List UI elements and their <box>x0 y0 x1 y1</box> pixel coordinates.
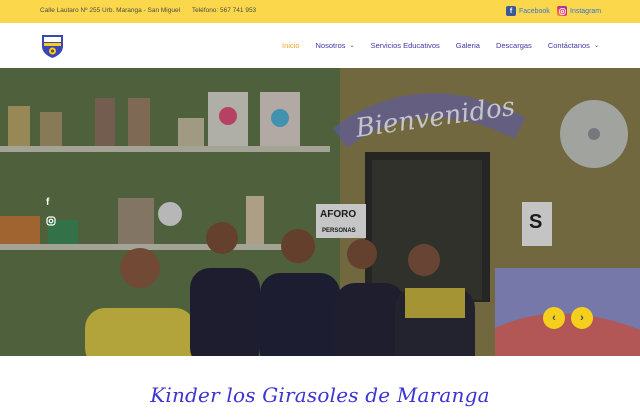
nav-contactanos[interactable]: Contáctanos ⌄ <box>548 41 599 50</box>
nav-galeria-label: Galeria <box>455 41 480 50</box>
nav-nosotros[interactable]: Nosotros ⌄ <box>316 41 355 50</box>
nav-descargas-label: Descargas <box>495 41 532 50</box>
contact-info: Calle Lautaro Nº 255 Urb. Maranga - San … <box>40 7 256 14</box>
chevron-down-icon: ⌄ <box>593 43 599 49</box>
nav-inicio[interactable]: Inicio <box>282 41 300 50</box>
top-bar: Calle Lautaro Nº 255 Urb. Maranga - San … <box>0 0 640 23</box>
facebook-link[interactable]: f Facebook <box>506 6 550 16</box>
nav-servicios-label: Servicios Educativos <box>370 41 440 50</box>
page-title: Kinder los Girasoles de Maranga <box>150 383 490 407</box>
nav-contactanos-label: Contáctanos <box>547 41 590 50</box>
nav-inicio-label: Inicio <box>282 41 300 50</box>
school-logo[interactable] <box>39 32 66 59</box>
nav-nosotros-label: Nosotros <box>315 41 346 50</box>
instagram-label: Instagram <box>570 7 602 15</box>
address-text: Calle Lautaro Nº 255 Urb. Maranga - San … <box>40 7 181 14</box>
instagram-link[interactable]: Instagram <box>557 6 601 16</box>
facebook-icon[interactable]: f <box>46 197 49 208</box>
main-navbar: Inicio Nosotros ⌄ Servicios Educativos Ga… <box>0 23 640 68</box>
hero-slider: Bienvenidos AFORO PERSONAS S f ‹ › <box>0 68 640 356</box>
chevron-down-icon: ⌄ <box>349 43 355 49</box>
facebook-icon: f <box>506 6 516 16</box>
nav-servicios[interactable]: Servicios Educativos <box>371 41 440 50</box>
slider-prev-button[interactable]: ‹ <box>543 307 565 329</box>
nav-galeria[interactable]: Galeria <box>456 41 480 50</box>
chevron-left-icon: ‹ <box>552 312 556 324</box>
chevron-right-icon: › <box>580 312 584 324</box>
phone-text[interactable]: Teléfono: 567 741 953 <box>192 7 256 14</box>
main-menu: Inicio Nosotros ⌄ Servicios Educativos Ga… <box>282 41 615 50</box>
instagram-icon <box>557 6 567 16</box>
nav-descargas[interactable]: Descargas <box>496 41 532 50</box>
slider-next-button[interactable]: › <box>571 307 593 329</box>
facebook-label: Facebook <box>519 7 550 15</box>
